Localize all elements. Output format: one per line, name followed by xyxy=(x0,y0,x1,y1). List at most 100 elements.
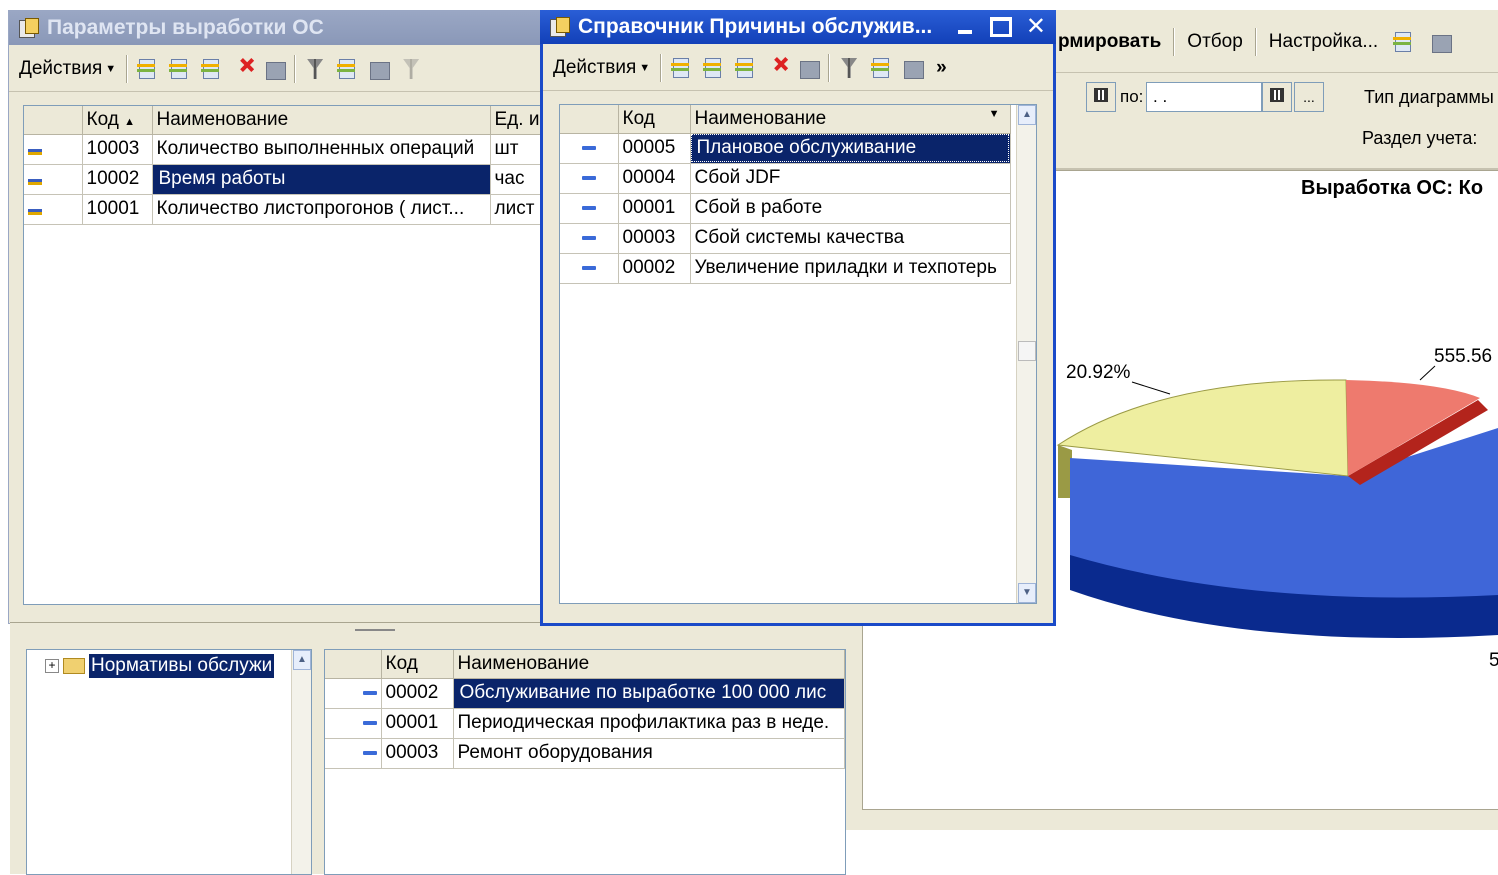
element-icon xyxy=(581,145,596,150)
tree-scrollbar[interactable]: ▲ xyxy=(291,650,311,874)
column-header-name[interactable]: Наименование xyxy=(453,650,845,679)
hierarchy-icon[interactable] xyxy=(868,55,894,81)
expand-icon[interactable]: + xyxy=(45,659,59,673)
list-mode-icon[interactable] xyxy=(900,55,926,81)
table-row[interactable]: 00004 Сбой JDF xyxy=(560,163,1011,194)
cell-name: Увеличение приладки и техпотерь xyxy=(690,253,1011,284)
copy-icon[interactable] xyxy=(1428,29,1454,55)
cell-name: Ремонт оборудования xyxy=(453,738,845,769)
table-row-selected[interactable]: 00002 Обслуживание по выработке 100 000 … xyxy=(325,678,845,709)
close-icon[interactable]: ✕ xyxy=(1026,15,1046,39)
copy-icon[interactable] xyxy=(198,56,224,82)
column-header-name[interactable]: Наименование ▼ xyxy=(690,105,1011,134)
date-from-calendar-button[interactable] xyxy=(1086,82,1116,112)
add-group-icon[interactable] xyxy=(166,56,192,82)
table-row[interactable]: 00001 Периодическая профилактика раз в н… xyxy=(325,708,845,739)
table-row[interactable]: 00002 Увеличение приладки и техпотерь xyxy=(560,253,1011,284)
copy-icon[interactable] xyxy=(732,55,758,81)
delete-icon[interactable] xyxy=(230,56,256,82)
table-row[interactable]: 00003 Ремонт оборудования xyxy=(325,738,845,769)
row-marker xyxy=(560,253,619,284)
generate-button[interactable]: рмировать xyxy=(1058,31,1161,53)
tree-item[interactable]: + Нормативы обслужи xyxy=(45,654,275,678)
column-header-code[interactable]: Код xyxy=(381,650,454,679)
delete-icon[interactable] xyxy=(764,55,790,81)
date-to-field[interactable]: . . xyxy=(1146,82,1262,112)
edit-icon[interactable] xyxy=(262,56,288,82)
column-header-mark[interactable] xyxy=(24,106,83,135)
dropdown-arrow-icon: ▼ xyxy=(105,62,117,75)
norms-grid[interactable]: Код Наименование 00002 Обслуживание по в… xyxy=(324,649,846,875)
actions-menu-label: Действия xyxy=(19,58,103,79)
row-marker xyxy=(24,134,83,165)
minimize-icon[interactable] xyxy=(954,17,976,37)
column-header-name[interactable]: Наименование xyxy=(152,106,491,135)
scroll-down-icon[interactable]: ▼ xyxy=(1018,583,1036,603)
cell-code: 00002 xyxy=(381,678,454,709)
scroll-up-icon[interactable]: ▲ xyxy=(293,650,311,670)
reasons-scrollbar[interactable]: ▲ ▼ xyxy=(1016,105,1036,603)
column-header-mark[interactable] xyxy=(325,650,382,679)
row-marker xyxy=(560,163,619,194)
table-row[interactable]: 10001 Количество листопрогонов ( лист...… xyxy=(24,194,548,225)
table-row-selected[interactable]: 10002 Время работы час xyxy=(24,164,548,195)
cell-name: Количество листопрогонов ( лист... xyxy=(152,194,491,225)
period-select-button[interactable]: ... xyxy=(1294,82,1324,112)
refresh-icon[interactable] xyxy=(1390,29,1416,55)
pie-label-red: 555.56 xyxy=(1434,346,1492,367)
window-icon xyxy=(17,18,39,38)
date-to-calendar-button[interactable] xyxy=(1262,82,1292,112)
more-toolbar-icon[interactable]: » xyxy=(936,57,947,79)
add-group-icon[interactable] xyxy=(700,55,726,81)
column-header-code[interactable]: Код ▲ xyxy=(82,106,153,135)
norms-tree[interactable]: + Нормативы обслужи ▲ xyxy=(26,649,312,875)
column-header-code[interactable]: Код xyxy=(618,105,691,134)
filter-button[interactable]: Отбор xyxy=(1187,31,1243,53)
scroll-thumb[interactable] xyxy=(1018,341,1036,361)
toolbar-separator xyxy=(828,54,831,82)
window-icon xyxy=(548,17,570,37)
add-icon[interactable] xyxy=(134,56,160,82)
table-row[interactable]: 00001 Сбой в работе xyxy=(560,193,1011,224)
element-icon xyxy=(362,690,377,695)
toolbar-separator xyxy=(1254,28,1257,56)
row-marker xyxy=(560,223,619,254)
element-icon xyxy=(28,146,44,155)
row-marker xyxy=(24,194,83,225)
table-row[interactable]: 00003 Сбой системы качества xyxy=(560,223,1011,254)
table-row[interactable]: 10003 Количество выполненных операций шт xyxy=(24,134,548,165)
maximize-icon[interactable] xyxy=(989,17,1012,37)
scroll-up-icon[interactable]: ▲ xyxy=(1018,105,1036,125)
parameters-window-titlebar[interactable]: Параметры выработки ОС xyxy=(9,11,547,45)
folder-icon xyxy=(63,658,85,674)
filter-off-icon[interactable] xyxy=(398,56,424,82)
element-icon xyxy=(362,720,377,725)
list-mode-icon[interactable] xyxy=(366,56,392,82)
hierarchy-icon[interactable] xyxy=(334,56,360,82)
table-row-selected[interactable]: 00005 Плановое обслуживание xyxy=(560,133,1011,164)
actions-menu[interactable]: Действия ▼ xyxy=(15,56,120,82)
filter-icon[interactable] xyxy=(302,56,328,82)
settings-button[interactable]: Настройка... xyxy=(1269,31,1378,53)
reasons-window: Справочник Причины обслужив... ✕ Действи… xyxy=(540,10,1056,626)
column-header-name-label: Наименование xyxy=(694,107,827,129)
toolbar-border xyxy=(543,90,1053,91)
sort-asc-icon: ▲ xyxy=(124,115,135,128)
element-icon xyxy=(581,205,596,210)
parameters-grid[interactable]: Код ▲ Наименование Ед. и 10003 Количеств… xyxy=(23,105,549,605)
pie-slice-depth-yellow xyxy=(1058,445,1072,498)
cell-name: Периодическая профилактика раз в неде. xyxy=(453,708,845,739)
toolbar-separator xyxy=(1173,28,1176,56)
reasons-window-titlebar[interactable]: Справочник Причины обслужив... ✕ xyxy=(540,10,1056,44)
row-marker xyxy=(325,738,382,769)
edit-icon[interactable] xyxy=(796,55,822,81)
splitter[interactable] xyxy=(355,623,395,631)
reasons-grid[interactable]: Код Наименование ▼ 00005 Плановое обслужи… xyxy=(559,104,1037,604)
column-header-mark[interactable] xyxy=(560,105,619,134)
cell-code: 10002 xyxy=(82,164,153,195)
label-leader-red xyxy=(1419,365,1436,381)
toolbar-separator xyxy=(294,55,297,83)
actions-menu[interactable]: Действия ▼ xyxy=(549,55,654,81)
filter-icon[interactable] xyxy=(836,55,862,81)
add-icon[interactable] xyxy=(668,55,694,81)
